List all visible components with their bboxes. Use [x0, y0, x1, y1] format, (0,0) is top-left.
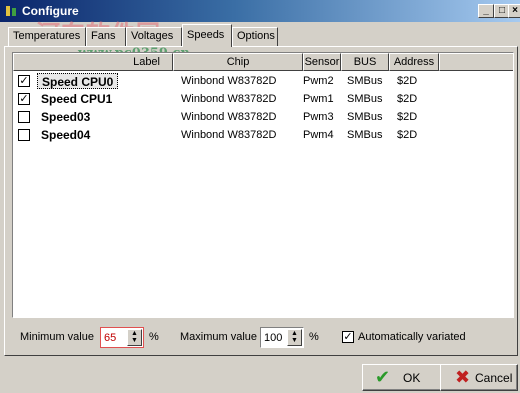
row-bus: SMBus	[347, 111, 383, 123]
max-value-spinner[interactable]: ▲▼	[260, 327, 304, 348]
column-header-label[interactable]: Label	[13, 53, 173, 71]
max-value-input[interactable]	[262, 329, 284, 346]
list-header: Label Chip Sensor BUS Address	[13, 53, 513, 71]
list-item[interactable]: Speed04 Winbond W83782D Pwm4 SMBus $2D	[13, 126, 513, 144]
checkmark-icon: ✔	[375, 367, 391, 387]
tab-speeds[interactable]: Speeds	[182, 24, 232, 47]
row-label: Speed03	[41, 110, 91, 124]
row-bus: SMBus	[347, 93, 383, 105]
spinner-arrows-icon[interactable]: ▲ ▼	[287, 329, 302, 346]
column-header-bus[interactable]: BUS	[341, 53, 389, 71]
row-chip: Winbond W83782D	[181, 75, 277, 87]
row-address: $2D	[397, 111, 418, 123]
ok-button[interactable]: ✔ OK	[362, 364, 442, 391]
min-value-label: Minimum value	[20, 331, 94, 343]
row-label: Speed CPU0	[37, 73, 119, 89]
column-header-chip[interactable]: Chip	[173, 53, 303, 71]
row-chip: Winbond W83782D	[181, 93, 277, 105]
min-value-spinner[interactable]: ▲▼	[100, 327, 144, 348]
row-bus: SMBus	[347, 129, 383, 141]
row-chip: Winbond W83782D	[181, 111, 277, 123]
list-item[interactable]: ✓ Speed CPU1 Winbond W83782D Pwm1 SMBus …	[13, 90, 513, 108]
row-label: Speed CPU1	[41, 92, 113, 106]
max-value-label: Maximum value	[180, 331, 258, 343]
row-checkbox[interactable]: ✓	[18, 75, 30, 87]
row-checkbox[interactable]	[18, 111, 30, 123]
speeds-list[interactable]: Label Chip Sensor BUS Address ✓ Speed CP…	[12, 52, 514, 318]
row-address: $2D	[397, 129, 418, 141]
max-unit: %	[309, 331, 319, 343]
cancel-button[interactable]: ✖ Cancel	[440, 364, 518, 391]
row-chip: Winbond W83782D	[181, 129, 277, 141]
tab-temperatures[interactable]: Temperatures	[8, 27, 86, 46]
list-item[interactable]: ✓ Speed CPU0 Winbond W83782D Pwm2 SMBus …	[13, 72, 513, 90]
row-checkbox[interactable]	[18, 129, 30, 141]
cancel-label: Cancel	[475, 371, 513, 385]
min-unit: %	[149, 331, 159, 343]
spinner-arrows-icon[interactable]: ▲ ▼	[127, 329, 142, 346]
tab-fans[interactable]: Fans	[86, 27, 126, 46]
row-sensor: Pwm2	[303, 75, 334, 87]
min-value-input[interactable]	[102, 329, 124, 346]
tab-options[interactable]: Options	[232, 27, 278, 46]
close-button[interactable]: ×	[508, 4, 520, 18]
row-sensor: Pwm4	[303, 129, 334, 141]
auto-variated-checkbox[interactable]: ✓	[342, 331, 354, 343]
column-header-filler	[439, 53, 513, 71]
list-item[interactable]: Speed03 Winbond W83782D Pwm3 SMBus $2D	[13, 108, 513, 126]
tab-voltages[interactable]: Voltages	[126, 27, 182, 46]
row-checkbox[interactable]: ✓	[18, 93, 30, 105]
row-address: $2D	[397, 93, 418, 105]
auto-variated-label[interactable]: Automatically variated	[358, 331, 466, 343]
row-bus: SMBus	[347, 75, 383, 87]
row-sensor: Pwm3	[303, 111, 334, 123]
row-address: $2D	[397, 75, 418, 87]
row-sensor: Pwm1	[303, 93, 334, 105]
app-icon	[6, 6, 16, 16]
x-icon: ✖	[455, 367, 471, 387]
ok-label: OK	[403, 371, 421, 385]
minimize-button[interactable]: _	[478, 4, 494, 18]
limits-bar: Minimum value ▲▼ % Maximum value ▲▼ % ✓ …	[12, 322, 514, 352]
row-label: Speed04	[41, 128, 91, 142]
column-header-address[interactable]: Address	[389, 53, 439, 71]
column-header-sensor[interactable]: Sensor	[303, 53, 341, 71]
tab-strip: Temperatures Fans Voltages Speeds Option…	[4, 24, 516, 47]
